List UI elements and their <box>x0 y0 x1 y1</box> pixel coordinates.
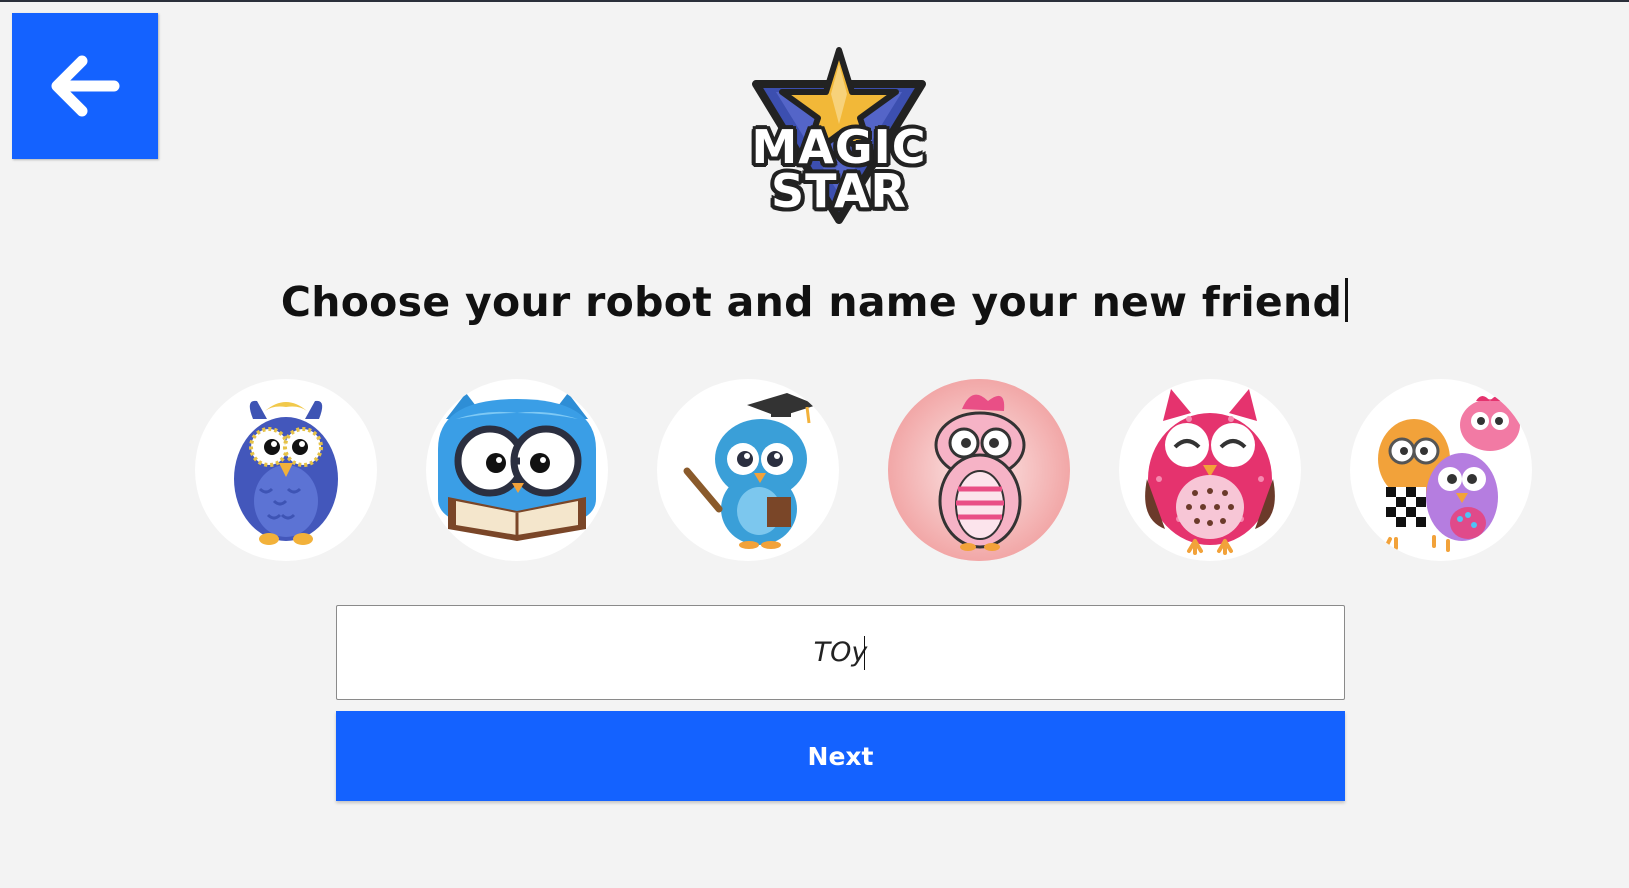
robot-name-input[interactable] <box>336 605 1345 700</box>
owl-family-icon <box>1378 396 1520 552</box>
robot-option-2[interactable] <box>426 379 608 561</box>
logo-text-star: STAR <box>771 164 907 218</box>
back-button[interactable] <box>12 13 158 159</box>
magic-star-logo: MAGIC STAR <box>746 44 932 228</box>
blue-owl-icon <box>234 400 338 545</box>
next-button[interactable]: Next <box>336 711 1345 801</box>
page-title-text: Choose your robot and name your new frie… <box>280 278 1343 326</box>
pink-owl-icon <box>888 379 1070 561</box>
input-caret <box>864 636 865 670</box>
graduate-owl-icon <box>683 393 817 549</box>
arrow-left-icon <box>51 55 120 117</box>
robot-option-4[interactable] <box>888 379 1070 561</box>
robot-option-1[interactable] <box>195 379 377 561</box>
page-title: Choose your robot and name your new frie… <box>0 278 1629 326</box>
window-top-border <box>0 0 1629 2</box>
robot-option-6[interactable] <box>1350 379 1532 561</box>
reading-owl-icon <box>438 393 596 541</box>
polka-dot-owl-icon <box>1145 389 1275 555</box>
robot-option-3[interactable] <box>657 379 839 561</box>
robot-picker <box>195 379 1535 561</box>
robot-option-5[interactable] <box>1119 379 1301 561</box>
text-caret <box>1345 278 1349 322</box>
